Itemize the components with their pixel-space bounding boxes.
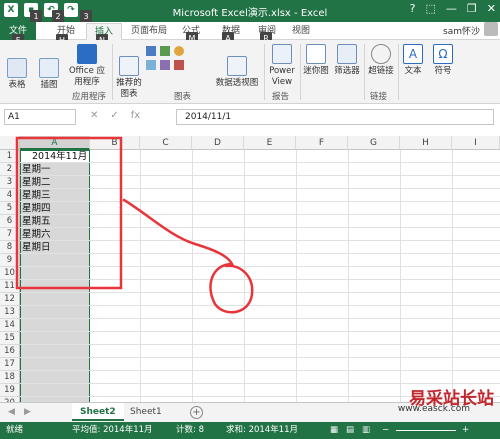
- title-bar: X ▪ ↶ ↷ Microsoft Excel演示.xlsx - Excel ?…: [0, 0, 500, 22]
- recommended-chart-icon: [119, 56, 139, 76]
- status-bar: 就绪 平均值: 2014年11月 计数: 8 求和: 2014年11月 ▦ ▤ …: [0, 422, 500, 439]
- pivot-chart-button[interactable]: 数据透视图: [214, 56, 260, 89]
- column-chart-icon[interactable]: [146, 46, 156, 56]
- hyperlink-button[interactable]: 超链接: [366, 44, 396, 77]
- text-box-icon: A: [403, 44, 423, 64]
- insert-function-icon[interactable]: fx: [131, 110, 140, 121]
- omega-icon: Ω: [433, 44, 453, 64]
- sheet-tab-sheet1[interactable]: Sheet1: [122, 403, 170, 421]
- annotation-overlay: [15, 136, 254, 314]
- formula-input[interactable]: 2014/11/1: [176, 109, 494, 125]
- line-chart-icon[interactable]: [160, 46, 170, 56]
- window-controls: ? ⬚ — ❐ ✕: [410, 2, 496, 15]
- status-ready: 就绪: [6, 425, 24, 435]
- formula-bar: A1 ✕ ✓ fx 2014/11/1: [0, 106, 500, 128]
- user-name[interactable]: sam怀沙: [443, 24, 480, 37]
- filters-button[interactable]: 筛选器: [332, 44, 362, 77]
- tab-page-layout[interactable]: 页面布局: [126, 23, 172, 40]
- slicer-icon: [337, 44, 357, 64]
- cancel-icon[interactable]: ✕: [90, 110, 98, 121]
- tab-view[interactable]: 视图: [286, 23, 316, 40]
- globe-link-icon: [371, 44, 391, 64]
- sheet-tab-sheet2[interactable]: Sheet2: [72, 403, 124, 421]
- pivot-chart-icon: [227, 56, 247, 76]
- power-view-button[interactable]: Power View: [266, 44, 298, 88]
- table-button[interactable]: 表格: [4, 58, 30, 91]
- enter-icon[interactable]: ✓: [110, 110, 118, 121]
- formula-buttons: ✕ ✓ fx: [90, 110, 140, 121]
- avatar[interactable]: [484, 22, 498, 36]
- ribbon-divider: [364, 44, 365, 100]
- bar-chart-icon[interactable]: [146, 60, 156, 70]
- watermark-url: www.easck.com: [397, 404, 470, 414]
- illustrations-button[interactable]: 插图: [36, 58, 62, 91]
- area-chart-icon[interactable]: [160, 60, 170, 70]
- text-button[interactable]: A 文本: [400, 44, 426, 77]
- minimize-button[interactable]: —: [446, 2, 457, 15]
- page-layout-view-icon[interactable]: ▤: [346, 422, 354, 439]
- sparkline-icon: [306, 44, 326, 64]
- table-icon: [7, 58, 27, 78]
- picture-icon: [39, 58, 59, 78]
- status-count: 计数: 8: [176, 425, 204, 435]
- ribbon-divider: [264, 44, 265, 100]
- previous-sheet-button[interactable]: ◀: [8, 407, 15, 417]
- zoom-out-icon[interactable]: −: [382, 422, 389, 439]
- chart-types-gallery[interactable]: [146, 46, 210, 70]
- name-box[interactable]: A1: [4, 109, 76, 125]
- restore-button[interactable]: ❐: [467, 2, 477, 15]
- close-button[interactable]: ✕: [487, 2, 496, 15]
- highlight-box: [15, 136, 123, 290]
- status-average: 平均值: 2014年11月: [72, 425, 153, 435]
- annotation-scribble: [122, 198, 254, 314]
- office-apps-button[interactable]: Office 应用程序: [66, 44, 108, 88]
- scatter-chart-icon[interactable]: [174, 60, 184, 70]
- ribbon-tabs: 文件 开始 插入 页面布局 公式 数据 审阅 视图: [0, 22, 500, 40]
- zoom-slider[interactable]: [396, 430, 456, 431]
- normal-view-icon[interactable]: ▦: [330, 422, 338, 439]
- page-break-view-icon[interactable]: ▥: [362, 422, 370, 439]
- ribbon-divider: [300, 44, 301, 100]
- ribbon: 表格 插图 Office 应用程序 推荐的 图表 数据透视图 Power Vie…: [0, 40, 500, 104]
- group-label-links: 链接: [370, 92, 388, 102]
- office-store-icon: [77, 44, 97, 64]
- next-sheet-button[interactable]: ▶: [24, 407, 31, 417]
- ribbon-divider: [398, 44, 399, 100]
- pie-chart-icon[interactable]: [174, 46, 184, 56]
- recommended-charts-button[interactable]: 推荐的 图表: [114, 56, 144, 100]
- zoom-in-icon[interactable]: +: [462, 422, 469, 439]
- group-label-charts: 图表: [174, 92, 192, 102]
- group-label-reports: 报告: [272, 92, 290, 102]
- sparklines-button[interactable]: 迷你图: [302, 44, 330, 77]
- worksheet-grid[interactable]: A B C D E F G H I 1 2 3 4 5 6 7 8 9 10 11 12 13 14 15 1…: [0, 136, 500, 402]
- ribbon-divider: [112, 44, 113, 100]
- help-button[interactable]: ?: [410, 2, 416, 15]
- symbols-button[interactable]: Ω 符号: [430, 44, 456, 77]
- status-sum: 求和: 2014年11月: [226, 425, 299, 435]
- group-label-apps: 应用程序: [72, 92, 107, 102]
- add-sheet-button[interactable]: +: [190, 406, 203, 419]
- ribbon-display-icon[interactable]: ⬚: [426, 2, 436, 15]
- power-view-icon: [272, 44, 292, 64]
